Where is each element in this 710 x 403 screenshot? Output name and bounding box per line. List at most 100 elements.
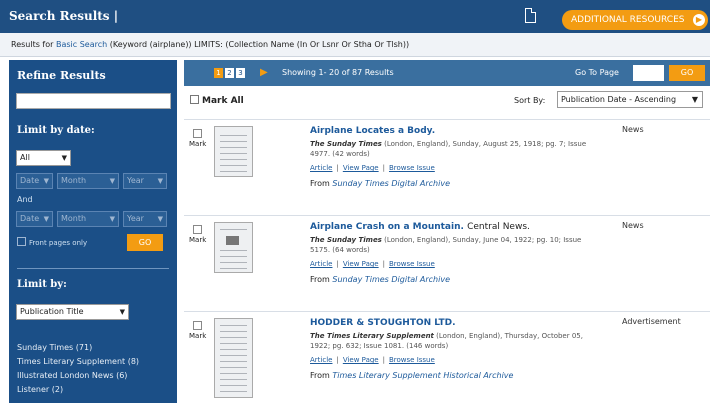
search-query: (Keyword (airplane)) LIMITS: (Collection… [109,40,410,49]
result-title[interactable]: HODDER & STOUGHTON LTD. [310,318,456,328]
to-year-select[interactable]: Year ▼ [123,211,167,227]
arrow-right-icon: ▶ [693,14,705,26]
result-item: Mark HODDER & STOUGHTON LTD. The Times L… [184,311,710,402]
facet-illustrated-london-news[interactable]: Illustrated London News (6) [17,371,127,380]
result-title[interactable]: Airplane Crash on a Mountain. Central Ne… [310,222,530,232]
archive-link[interactable]: Times Literary Supplement Historical Arc… [332,371,513,380]
mark-checkbox[interactable] [193,321,203,330]
archive-link[interactable]: Sunday Times Digital Archive [332,179,450,188]
refine-sidebar: Refine Results Limit by date: All ▼ Date… [9,60,177,403]
link-separator: | [336,260,339,268]
link-separator: | [382,260,385,268]
thumbnail-line [220,367,247,368]
thumbnail-line [220,141,247,142]
facet-times-literary-supplement[interactable]: Times Literary Supplement (8) [17,357,139,366]
content-type: Advertisement [622,317,681,326]
thumbnail-line [220,256,247,257]
result-links: Article | View Page | Browse Issue [310,356,435,364]
result-archive: From Times Literary Supplement Historica… [310,371,513,380]
date-go-button[interactable]: GO [127,234,163,251]
from-date-select[interactable]: Date ▼ [16,173,53,189]
results-for-prefix: Results for [11,40,54,49]
additional-resources-button[interactable]: ADDITIONAL RESOURCES ▶ [562,10,708,30]
mark-checkbox[interactable] [193,225,203,234]
thumbnail-line [220,391,247,392]
mark-label: Mark [189,140,207,148]
front-pages-label: Front pages only [29,239,88,247]
browse-issue-link[interactable]: Browse Issue [389,164,435,172]
from-year-select[interactable]: Year ▼ [123,173,167,189]
thumbnail-line [220,250,247,251]
mark-all-checkbox[interactable] [190,95,199,104]
result-source: The Sunday Times (London, England), Sund… [310,235,592,255]
result-subtitle: Central News. [467,222,530,232]
to-date-select[interactable]: Date ▼ [16,211,53,227]
thumbnail-line [220,337,247,338]
to-month-label: Month [61,214,87,223]
page-thumbnail[interactable] [214,126,253,177]
thumbnail-line [220,349,247,350]
document-icon[interactable] [525,8,536,23]
limit-by-select[interactable]: Publication Title ▼ [16,304,129,320]
basic-search-link[interactable]: Basic Search [56,40,107,49]
refine-search-input[interactable] [16,93,171,109]
mark-option[interactable]: Mark [189,321,206,340]
result-title[interactable]: Airplane Locates a Body. [310,126,435,136]
mark-option[interactable]: Mark [189,225,206,244]
page-thumbnail[interactable] [214,222,253,273]
result-links: Article | View Page | Browse Issue [310,260,435,268]
browse-issue-link[interactable]: Browse Issue [389,260,435,268]
search-summary: Results for Basic Search (Keyword (airpl… [0,33,710,57]
page-3-link[interactable]: 3 [236,68,245,78]
thumbnail-line [220,262,247,263]
result-title-text[interactable]: Airplane Locates a Body. [310,126,435,136]
article-link[interactable]: Article [310,260,332,268]
result-archive: From Sunday Times Digital Archive [310,275,450,284]
view-page-link[interactable]: View Page [343,164,379,172]
result-title-text[interactable]: Airplane Crash on a Mountain. [310,222,464,232]
mark-option[interactable]: Mark [189,129,206,148]
date-mode-select[interactable]: All ▼ [16,150,71,166]
from-month-select[interactable]: Month ▼ [57,173,119,189]
date-mode-value: All [20,153,30,162]
go-to-page-input[interactable] [633,65,664,81]
front-pages-checkbox[interactable] [17,237,26,246]
page-thumbnail[interactable] [214,318,253,398]
go-to-page-button[interactable]: GO [669,65,705,81]
thumbnail-image [226,236,239,245]
facet-listener[interactable]: Listener (2) [17,385,63,394]
thumbnail-line [220,331,247,332]
next-page-icon[interactable]: ▶ [260,67,268,78]
thumbnail-line [220,343,247,344]
result-links: Article | View Page | Browse Issue [310,164,435,172]
article-link[interactable]: Article [310,164,332,172]
result-title-text[interactable]: HODDER & STOUGHTON LTD. [310,318,456,328]
mark-all-option[interactable]: Mark All [190,95,244,106]
mark-checkbox[interactable] [193,129,203,138]
sort-by-label: Sort By: [514,96,546,105]
sort-value: Publication Date - Ascending [561,95,677,104]
go-to-page-label: Go To Page [575,68,619,77]
front-pages-only-option[interactable]: Front pages only [17,237,87,247]
thumbnail-line [220,229,247,230]
to-month-select[interactable]: Month ▼ [57,211,119,227]
facet-sunday-times[interactable]: Sunday Times (71) [17,343,92,352]
result-item: Mark Airplane Crash on a Mountain. Centr… [184,215,710,306]
archive-link[interactable]: Sunday Times Digital Archive [332,275,450,284]
page-1-link[interactable]: 1 [214,68,223,78]
article-link[interactable]: Article [310,356,332,364]
refine-results-heading: Refine Results [17,69,106,82]
thumbnail-line [220,361,247,362]
chevron-down-icon: ▼ [109,215,115,223]
sort-select[interactable]: Publication Date - Ascending ▼ [557,91,703,108]
thumbnail-line [220,385,247,386]
page-2-link[interactable]: 2 [225,68,234,78]
from-date-label: Date [20,176,40,185]
view-page-link[interactable]: View Page [343,356,379,364]
browse-issue-link[interactable]: Browse Issue [389,356,435,364]
content-type: News [622,125,644,134]
thumbnail-line [220,171,247,172]
from-month-label: Month [61,176,87,185]
view-page-link[interactable]: View Page [343,260,379,268]
limit-by-date-heading: Limit by date: [17,125,95,136]
